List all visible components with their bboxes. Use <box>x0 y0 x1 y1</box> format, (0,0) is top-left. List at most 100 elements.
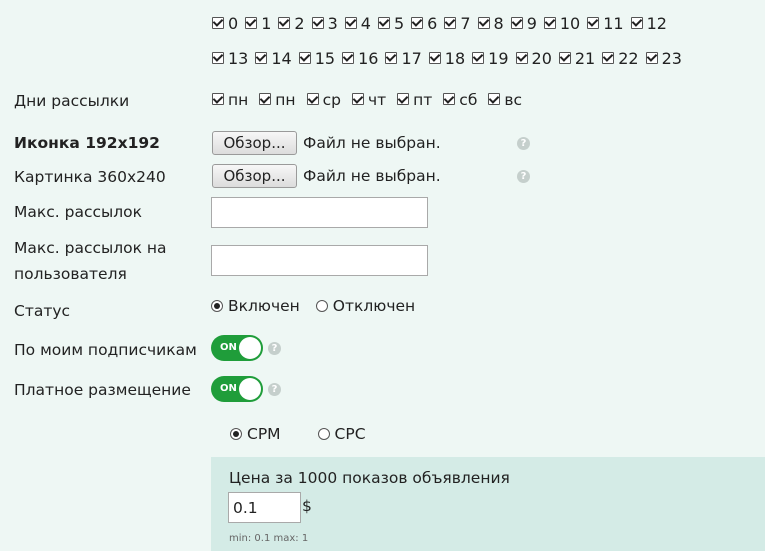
checkbox-checked-icon <box>245 16 258 29</box>
hour-checkbox-3[interactable]: 3 <box>311 14 338 33</box>
image-upload-field: Обзор... Файл не выбран. <box>212 164 441 188</box>
checkbox-checked-icon <box>351 93 364 105</box>
radio-empty-icon <box>315 300 328 312</box>
checkbox-checked-icon <box>543 16 556 29</box>
icon-upload-field: Обзор... Файл не выбран. <box>212 131 441 155</box>
day-checkbox-wed[interactable]: ср <box>306 91 341 109</box>
price-input[interactable] <box>228 492 301 523</box>
checkbox-checked-icon <box>587 16 600 29</box>
checkbox-checked-icon <box>212 16 224 29</box>
hour-checkbox-15[interactable]: 15 <box>298 49 335 68</box>
radio-empty-icon <box>317 428 330 440</box>
checkbox-checked-icon <box>344 16 357 29</box>
hour-checkbox-14[interactable]: 14 <box>255 49 292 68</box>
days-label: Дни рассылки <box>14 92 130 110</box>
hours-checkbox-row-2: 13 14 15 16 17 18 19 20 21 22 23 <box>212 49 689 68</box>
paid-placement-toggle[interactable]: ON <box>211 376 263 402</box>
checkbox-checked-icon <box>428 51 441 64</box>
icon-upload-label: Иконка 192x192 <box>14 134 160 152</box>
hour-checkbox-4[interactable]: 4 <box>344 14 371 33</box>
price-hint: min: 0.1 max: 1 <box>229 533 309 544</box>
checkbox-checked-icon <box>377 16 390 29</box>
checkbox-checked-icon <box>306 93 319 105</box>
checkbox-checked-icon <box>472 51 485 64</box>
hour-checkbox-17[interactable]: 17 <box>385 49 422 68</box>
hour-checkbox-5[interactable]: 5 <box>377 14 404 33</box>
day-checkbox-thu[interactable]: чт <box>351 91 386 109</box>
hour-checkbox-1[interactable]: 1 <box>245 14 271 33</box>
checkbox-checked-icon <box>298 51 311 64</box>
max-mailings-input[interactable] <box>211 197 428 228</box>
help-icon[interactable]: ? <box>517 170 530 183</box>
radio-selected-icon <box>230 428 242 440</box>
hour-checkbox-6[interactable]: 6 <box>411 14 437 33</box>
status-label: Статус <box>14 302 71 320</box>
days-checkbox-row: пн пн ср чт пт сб вс <box>212 91 533 109</box>
max-per-user-input[interactable] <box>211 245 428 276</box>
price-panel: Цена за 1000 показов объявления $ min: 0… <box>211 457 765 551</box>
hour-checkbox-12[interactable]: 12 <box>630 14 667 33</box>
status-option-enabled[interactable]: Включен <box>211 297 300 315</box>
checkbox-checked-icon <box>212 51 224 64</box>
pricing-option-cpm[interactable]: CPM <box>230 425 281 443</box>
hour-checkbox-16[interactable]: 16 <box>342 49 378 68</box>
checkbox-checked-icon <box>255 51 268 64</box>
settings-form: 0 1 2 3 4 5 6 7 8 9 10 11 12 13 14 15 16… <box>0 0 765 551</box>
my-subscribers-toggle[interactable]: ON <box>211 335 263 361</box>
checkbox-checked-icon <box>645 51 658 64</box>
status-option-disabled[interactable]: Отключен <box>315 297 415 315</box>
price-currency: $ <box>302 497 312 515</box>
checkbox-checked-icon <box>259 93 272 105</box>
my-subscribers-label: По моим подписчикам <box>14 341 197 359</box>
hour-checkbox-22[interactable]: 22 <box>602 49 639 68</box>
checkbox-checked-icon <box>510 16 523 29</box>
help-icon[interactable]: ? <box>268 342 281 355</box>
help-icon[interactable]: ? <box>517 137 530 150</box>
day-checkbox-mon[interactable]: пн <box>212 91 248 109</box>
image-file-status: Файл не выбран. <box>303 167 441 185</box>
checkbox-checked-icon <box>278 16 291 29</box>
checkbox-checked-icon <box>311 16 324 29</box>
toggle-knob <box>239 378 261 400</box>
hour-checkbox-20[interactable]: 20 <box>515 49 552 68</box>
icon-browse-button[interactable]: Обзор... <box>212 131 297 155</box>
hour-checkbox-21[interactable]: 21 <box>558 49 595 68</box>
hour-checkbox-11[interactable]: 11 <box>587 14 624 33</box>
day-checkbox-tue[interactable]: пн <box>259 91 296 109</box>
checkbox-checked-icon <box>342 51 355 64</box>
checkbox-checked-icon <box>515 51 528 64</box>
icon-file-status: Файл не выбран. <box>303 134 441 152</box>
checkbox-checked-icon <box>488 93 501 105</box>
day-checkbox-fri[interactable]: пт <box>397 91 432 109</box>
hour-checkbox-10[interactable]: 10 <box>543 14 580 33</box>
hour-checkbox-23[interactable]: 23 <box>645 49 682 68</box>
price-title: Цена за 1000 показов объявления <box>229 469 510 487</box>
checkbox-checked-icon <box>385 51 398 64</box>
image-browse-button[interactable]: Обзор... <box>212 164 297 188</box>
checkbox-checked-icon <box>397 93 410 105</box>
hour-checkbox-9[interactable]: 9 <box>510 14 537 33</box>
checkbox-checked-icon <box>411 16 424 29</box>
hour-checkbox-13[interactable]: 13 <box>212 49 248 68</box>
day-checkbox-sun[interactable]: вс <box>488 91 522 109</box>
checkbox-checked-icon <box>630 16 643 29</box>
hour-checkbox-2[interactable]: 2 <box>278 14 305 33</box>
radio-selected-icon <box>211 300 223 312</box>
pricing-option-cpc[interactable]: CPC <box>317 425 366 443</box>
pricing-model-radio-group: CPM CPC <box>230 425 366 443</box>
hour-checkbox-18[interactable]: 18 <box>428 49 465 68</box>
hour-checkbox-19[interactable]: 19 <box>472 49 509 68</box>
help-icon[interactable]: ? <box>268 383 281 396</box>
day-checkbox-sat[interactable]: сб <box>443 91 477 109</box>
hour-checkbox-8[interactable]: 8 <box>477 14 504 33</box>
checkbox-checked-icon <box>212 93 224 105</box>
hour-checkbox-0[interactable]: 0 <box>212 14 238 33</box>
hour-checkbox-7[interactable]: 7 <box>444 14 471 33</box>
checkbox-checked-icon <box>602 51 615 64</box>
hours-checkbox-row-1: 0 1 2 3 4 5 6 7 8 9 10 11 12 <box>212 14 674 33</box>
toggle-knob <box>239 337 261 359</box>
paid-placement-label: Платное размещение <box>14 381 191 399</box>
checkbox-checked-icon <box>558 51 571 64</box>
checkbox-checked-icon <box>443 93 456 105</box>
image-upload-label: Картинка 360x240 <box>14 168 166 186</box>
